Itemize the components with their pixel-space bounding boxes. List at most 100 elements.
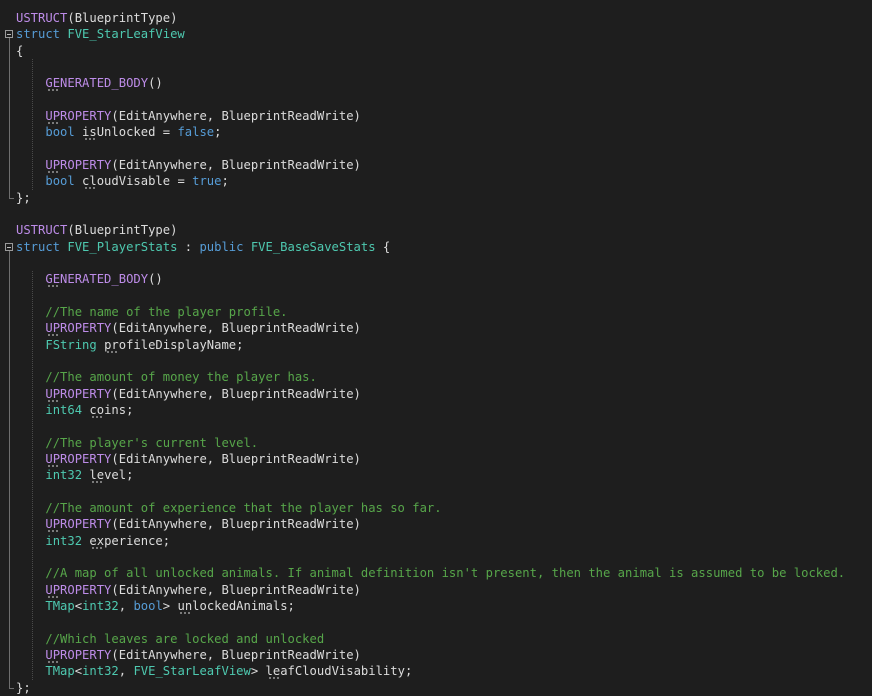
code-hint-underline xyxy=(47,89,60,92)
code-token: GENERATED_BODY xyxy=(45,76,149,91)
code-token: int32 xyxy=(82,598,119,613)
code-comment: //A map of all unlocked animals. If anim… xyxy=(45,566,846,581)
code-token: (EditAnywhere, BlueprintReadWrite) xyxy=(111,517,361,532)
code-comment: //The amount of experience that the play… xyxy=(45,500,442,515)
code-line[interactable]: //The name of the player profile. xyxy=(16,304,287,320)
code-token: UPROPERTY xyxy=(45,517,112,532)
code-line[interactable]: int64 coins; xyxy=(16,402,133,418)
code-token: = xyxy=(155,125,178,140)
code-token: cloudVisable xyxy=(82,174,171,189)
code-line[interactable]: UPROPERTY(EditAnywhere, BlueprintReadWri… xyxy=(16,386,361,402)
code-token: ; xyxy=(126,402,134,417)
code-hint-underline xyxy=(47,464,60,467)
code-token: > xyxy=(162,598,178,613)
code-line[interactable]: GENERATED_BODY() xyxy=(16,271,162,287)
code-hint-underline xyxy=(84,187,97,190)
code-token: (BlueprintType) xyxy=(67,223,178,238)
code-line[interactable]: UPROPERTY(EditAnywhere, BlueprintReadWri… xyxy=(16,157,361,173)
code-line[interactable]: UPROPERTY(EditAnywhere, BlueprintReadWri… xyxy=(16,451,361,467)
code-token: (BlueprintType) xyxy=(67,11,178,25)
code-token: (EditAnywhere, BlueprintReadWrite) xyxy=(111,647,361,662)
code-hint-underline xyxy=(47,530,60,533)
fold-outline xyxy=(9,250,10,688)
code-line[interactable]: UPROPERTY(EditAnywhere, BlueprintReadWri… xyxy=(16,516,361,532)
code-line[interactable]: USTRUCT(BlueprintType) xyxy=(16,222,177,238)
code-token: USTRUCT xyxy=(16,223,68,238)
code-line[interactable]: bool isUnlocked = false; xyxy=(16,124,221,140)
code-token: () xyxy=(148,76,163,91)
code-line[interactable]: TMap<int32, bool> unlockedAnimals; xyxy=(16,598,295,614)
code-token: UPROPERTY xyxy=(45,451,112,466)
code-token: level xyxy=(89,468,127,483)
code-token: TMap xyxy=(45,664,75,679)
code-token: UPROPERTY xyxy=(45,582,112,597)
code-token: int32 xyxy=(45,468,90,483)
code-token: ; xyxy=(126,468,134,483)
code-token: > xyxy=(250,664,266,679)
code-line[interactable]: UPROPERTY(EditAnywhere, BlueprintReadWri… xyxy=(16,320,361,336)
code-line[interactable]: GENERATED_BODY() xyxy=(16,75,163,91)
code-line[interactable]: //The amount of experience that the play… xyxy=(16,500,442,516)
code-token: ; xyxy=(221,174,229,189)
code-token: int32 xyxy=(82,664,119,679)
code-token: struct xyxy=(16,27,68,42)
code-token: < xyxy=(74,598,83,613)
code-line[interactable]: struct FVE_PlayerStats : public FVE_Base… xyxy=(16,239,390,255)
code-hint-underline xyxy=(267,677,280,680)
code-line[interactable]: //Which leaves are locked and unlocked xyxy=(16,631,324,647)
code-line[interactable]: int32 level; xyxy=(16,467,133,483)
fold-toggle-icon[interactable] xyxy=(5,30,13,39)
code-token: ; xyxy=(214,125,222,140)
code-line[interactable]: //The amount of money the player has. xyxy=(16,369,317,385)
code-token: (EditAnywhere, BlueprintReadWrite) xyxy=(111,108,361,123)
code-line[interactable]: }; xyxy=(16,680,31,696)
code-line[interactable]: UPROPERTY(EditAnywhere, BlueprintReadWri… xyxy=(16,582,361,598)
code-token: ; xyxy=(287,598,295,613)
code-token: { xyxy=(16,43,24,58)
code-line[interactable]: }; xyxy=(16,190,31,206)
code-token: false xyxy=(177,125,215,140)
indent-guide xyxy=(32,58,33,190)
code-token: }; xyxy=(16,680,31,695)
code-line[interactable]: bool cloudVisable = true; xyxy=(16,173,229,189)
code-hint-underline xyxy=(179,611,192,614)
code-token: FVE_BaseSaveStats xyxy=(250,239,376,254)
code-token: (EditAnywhere, BlueprintReadWrite) xyxy=(111,582,361,597)
code-token: ; xyxy=(236,337,244,352)
code-token: (EditAnywhere, BlueprintReadWrite) xyxy=(111,321,361,336)
code-token: UPROPERTY xyxy=(45,108,112,123)
code-line[interactable]: UPROPERTY(EditAnywhere, BlueprintReadWri… xyxy=(16,647,361,663)
code-hint-underline xyxy=(47,170,60,173)
code-token: < xyxy=(74,664,83,679)
code-token: bool xyxy=(133,598,163,613)
code-line[interactable]: USTRUCT(BlueprintType) xyxy=(16,10,177,26)
code-line[interactable]: FString profileDisplayName; xyxy=(16,337,243,353)
code-line[interactable]: UPROPERTY(EditAnywhere, BlueprintReadWri… xyxy=(16,108,361,124)
code-line[interactable]: struct FVE_StarLeafView xyxy=(16,26,185,42)
code-editor[interactable]: USTRUCT(BlueprintType) struct FVE_StarLea… xyxy=(0,0,872,695)
code-hint-underline xyxy=(47,334,60,337)
code-line[interactable]: { xyxy=(16,43,23,59)
code-token: profileDisplayName xyxy=(104,337,237,352)
code-line[interactable]: TMap<int32, FVE_StarLeafView> leafCloudV… xyxy=(16,663,412,679)
code-token: (EditAnywhere, BlueprintReadWrite) xyxy=(111,157,361,172)
code-token: = xyxy=(170,174,193,189)
code-line[interactable]: //A map of all unlocked animals. If anim… xyxy=(16,565,845,581)
code-line[interactable]: //The player's current level. xyxy=(16,435,258,451)
code-hint-underline xyxy=(91,481,104,484)
fold-toggle-icon[interactable] xyxy=(5,242,13,251)
